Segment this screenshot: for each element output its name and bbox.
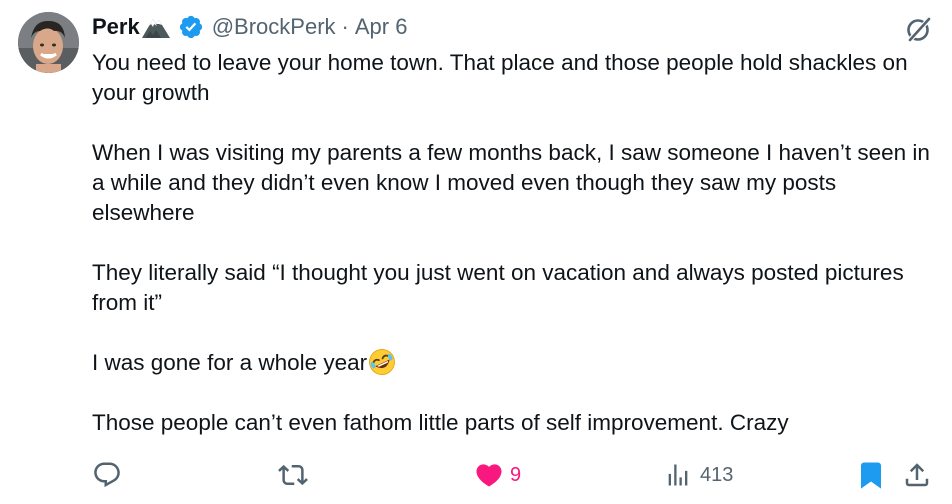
retweet-button[interactable] — [278, 460, 308, 490]
reply-button[interactable] — [92, 460, 122, 490]
author-name[interactable]: Perk — [92, 14, 140, 40]
retweet-icon — [278, 460, 308, 490]
heart-icon — [474, 460, 504, 490]
like-count: 9 — [510, 463, 522, 486]
bookmark-button[interactable] — [856, 460, 886, 490]
views-button[interactable]: 413 — [664, 460, 733, 490]
avatar[interactable] — [18, 12, 79, 73]
tweet-date[interactable]: Apr 6 — [355, 14, 408, 40]
tweet-header: Perk @BrockPerk · Apr 6 — [92, 10, 407, 44]
like-button[interactable]: 9 — [474, 460, 521, 490]
tweet-paragraph: I was gone for a whole year — [92, 350, 368, 375]
reply-icon — [92, 460, 122, 490]
tweet-paragraph: When I was visiting my parents a few mon… — [92, 140, 930, 225]
tweet-paragraph-with-emoji: I was gone for a whole year — [92, 348, 932, 378]
mountain-icon — [141, 15, 171, 39]
share-button[interactable] — [902, 460, 932, 490]
views-count: 413 — [700, 463, 734, 486]
tweet-paragraph: You need to leave your home town. That p… — [92, 50, 908, 105]
tweet-text: You need to leave your home town. That p… — [92, 48, 932, 438]
author-handle[interactable]: @BrockPerk — [212, 14, 336, 40]
grok-icon[interactable] — [904, 14, 934, 44]
tweet-paragraph: Those people can’t even fathom little pa… — [92, 410, 789, 435]
header-separator: · — [341, 14, 349, 39]
views-icon — [664, 461, 692, 489]
rolling-on-floor-laughing-emoji — [368, 348, 396, 376]
verified-badge-icon[interactable] — [178, 14, 204, 40]
bookmark-icon — [856, 460, 886, 490]
share-icon — [902, 460, 932, 490]
tweet-paragraph: They literally said “I thought you just … — [92, 260, 904, 315]
action-bar: 9 413 — [0, 454, 952, 494]
